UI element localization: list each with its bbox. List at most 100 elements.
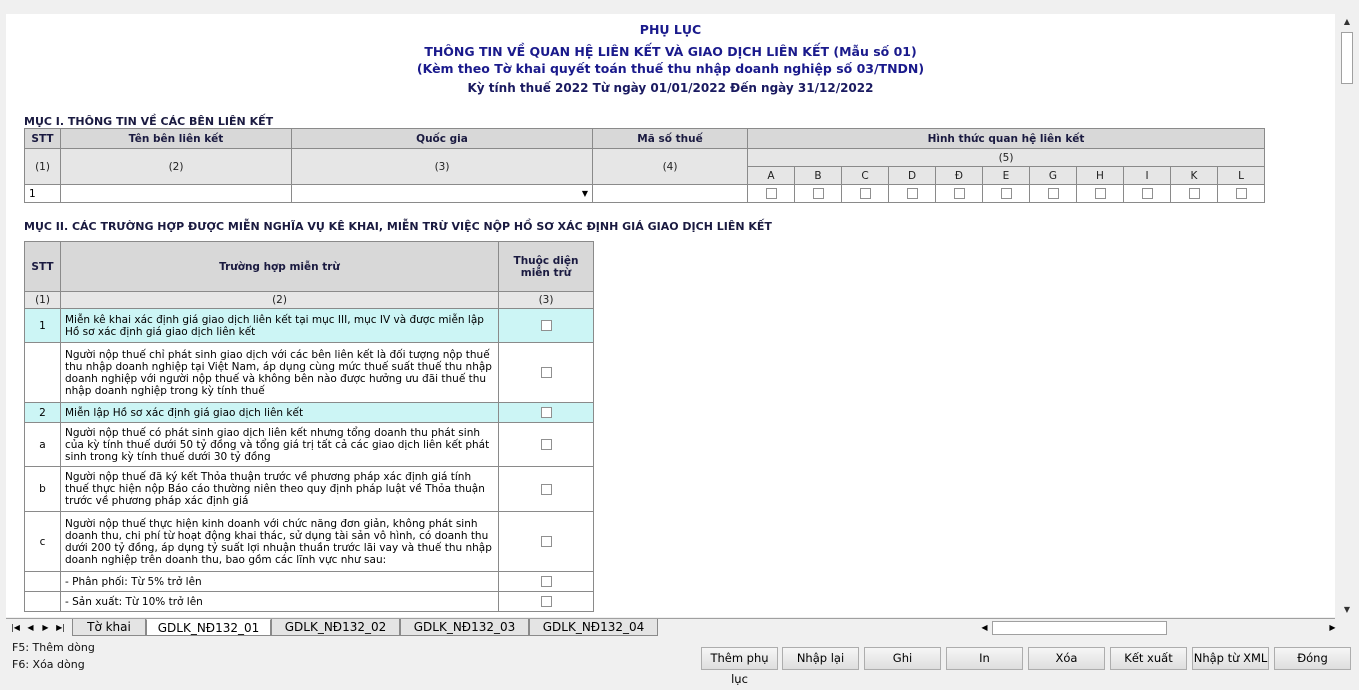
exempt-checkbox[interactable] bbox=[540, 320, 552, 331]
num-exempt: (3) bbox=[498, 291, 594, 309]
row-stt bbox=[24, 591, 61, 612]
vertical-scrollbar[interactable]: ▲ ▼ bbox=[1339, 14, 1355, 618]
delete-button[interactable]: Xóa bbox=[1028, 647, 1105, 670]
header-case: Trường hợp miễn trừ bbox=[60, 241, 499, 292]
header-country: Quốc gia bbox=[291, 128, 593, 149]
num-taxcode: (4) bbox=[592, 148, 748, 185]
letter-e: E bbox=[982, 166, 1030, 185]
exempt-checkbox[interactable] bbox=[540, 407, 552, 418]
num-stt: (1) bbox=[24, 148, 61, 185]
row-text: Người nộp thuế chỉ phát sinh giao dịch v… bbox=[60, 342, 499, 403]
exempt-checkbox[interactable] bbox=[540, 576, 552, 587]
appendix-title: PHỤ LỤC bbox=[639, 22, 702, 37]
header-name: Tên bên liên kết bbox=[60, 128, 292, 149]
prev-sheet-icon[interactable]: ◀ bbox=[24, 621, 37, 634]
header-taxcode: Mã số thuế bbox=[592, 128, 748, 149]
row-stt bbox=[24, 571, 61, 592]
scroll-up-icon[interactable]: ▲ bbox=[1339, 14, 1355, 30]
checkbox-b[interactable] bbox=[812, 188, 824, 199]
import-xml-button[interactable]: Nhập từ XML bbox=[1192, 647, 1269, 670]
next-sheet-icon[interactable]: ▶ bbox=[39, 621, 52, 634]
first-sheet-icon[interactable]: |◀ bbox=[9, 621, 22, 634]
checkbox-l[interactable] bbox=[1235, 188, 1247, 199]
row-text: - Sản xuất: Từ 10% trở lên bbox=[60, 591, 499, 612]
tab-gdlk-04[interactable]: GDLK_NĐ132_04 bbox=[529, 619, 658, 636]
checkbox-a[interactable] bbox=[765, 188, 777, 199]
tab-to-khai[interactable]: Tờ khai bbox=[72, 619, 146, 636]
checkbox-i[interactable] bbox=[1141, 188, 1153, 199]
row-stt: 1 bbox=[24, 308, 61, 343]
num-name: (2) bbox=[60, 148, 292, 185]
scroll-down-icon[interactable]: ▼ bbox=[1339, 602, 1355, 618]
print-button[interactable]: In bbox=[946, 647, 1023, 670]
exempt-checkbox[interactable] bbox=[540, 483, 552, 495]
tab-gdlk-03[interactable]: GDLK_NĐ132_03 bbox=[400, 619, 529, 636]
hscroll-thumb[interactable] bbox=[992, 621, 1167, 635]
scroll-left-icon[interactable]: ◀ bbox=[978, 621, 991, 634]
letter-k: K bbox=[1170, 166, 1218, 185]
letter-h: H bbox=[1076, 166, 1124, 185]
letter-l: L bbox=[1217, 166, 1265, 185]
letter-i: I bbox=[1123, 166, 1171, 185]
row-stt: b bbox=[24, 466, 61, 512]
checkbox-k[interactable] bbox=[1188, 188, 1200, 199]
sheet-tab-bar: |◀ ◀ ▶ ▶| Tờ khai GDLK_NĐ132_01 GDLK_NĐ1… bbox=[6, 618, 1336, 637]
exempt-checkbox[interactable] bbox=[540, 536, 552, 547]
row-text: Miễn lập Hồ sơ xác định giá giao dịch li… bbox=[60, 402, 499, 423]
letter-a: A bbox=[747, 166, 795, 185]
add-appendix-button[interactable]: Thêm phụ lục bbox=[701, 647, 778, 686]
checkbox-c[interactable] bbox=[859, 188, 871, 199]
close-button[interactable]: Đóng bbox=[1274, 647, 1351, 670]
num-stt: (1) bbox=[24, 291, 61, 309]
header-relation: Hình thức quan hệ liên kết bbox=[747, 128, 1265, 149]
form-subtitle: (Kèm theo Tờ khai quyết toán thuế thu nh… bbox=[416, 61, 925, 76]
letter-dd: Đ bbox=[935, 166, 983, 185]
exempt-checkbox[interactable] bbox=[540, 367, 552, 378]
scroll-right-icon[interactable]: ▶ bbox=[1326, 621, 1339, 634]
reenter-button[interactable]: Nhập lại bbox=[782, 647, 859, 670]
section1-title: MỤC I. THÔNG TIN VỀ CÁC BÊN LIÊN KẾT bbox=[24, 115, 274, 128]
tab-gdlk-02[interactable]: GDLK_NĐ132_02 bbox=[271, 619, 400, 636]
hint-add-row: F5: Thêm dòng bbox=[12, 641, 95, 654]
party-name-input[interactable] bbox=[60, 184, 292, 203]
dropdown-arrow-icon[interactable]: ▼ bbox=[582, 186, 588, 202]
exempt-checkbox[interactable] bbox=[540, 596, 552, 607]
horizontal-scrollbar[interactable]: ◀ ▶ bbox=[978, 621, 1342, 635]
tab-gdlk-01[interactable]: GDLK_NĐ132_01 bbox=[146, 619, 271, 636]
row-text: - Phân phối: Từ 5% trở lên bbox=[60, 571, 499, 592]
save-button[interactable]: Ghi bbox=[864, 647, 941, 670]
checkbox-g[interactable] bbox=[1047, 188, 1059, 199]
num-case: (2) bbox=[60, 291, 499, 309]
letter-g: G bbox=[1029, 166, 1077, 185]
row-stt: c bbox=[24, 511, 61, 572]
taxcode-input[interactable] bbox=[592, 184, 748, 203]
checkbox-d[interactable] bbox=[906, 188, 918, 199]
checkbox-h[interactable] bbox=[1094, 188, 1106, 199]
row-stt: 2 bbox=[24, 402, 61, 423]
checkbox-dd[interactable] bbox=[953, 188, 965, 199]
letter-b: B bbox=[794, 166, 842, 185]
tax-period: Kỳ tính thuế 2022 Từ ngày 01/01/2022 Đến… bbox=[467, 81, 874, 95]
header-exempt: Thuộc diện miễn trừ bbox=[498, 241, 594, 292]
row-text: Miễn kê khai xác định giá giao dịch liên… bbox=[60, 308, 499, 343]
row-stt: 1 bbox=[24, 184, 61, 203]
related-parties-table: STT Tên bên liên kết Quốc gia Mã số thuế… bbox=[24, 128, 1265, 203]
row-text: Người nộp thuế đã ký kết Thỏa thuận trướ… bbox=[60, 466, 499, 512]
num-country: (3) bbox=[291, 148, 593, 185]
country-select[interactable]: ▼ bbox=[291, 184, 593, 203]
row-text: Người nộp thuế thực hiện kinh doanh với … bbox=[60, 511, 499, 572]
exempt-checkbox[interactable] bbox=[540, 439, 552, 450]
row-text: Người nộp thuế có phát sinh giao dịch li… bbox=[60, 422, 499, 467]
header-stt: STT bbox=[24, 128, 61, 149]
hint-delete-row: F6: Xóa dòng bbox=[12, 658, 85, 671]
export-button[interactable]: Kết xuất bbox=[1110, 647, 1187, 670]
form-sheet: PHỤ LỤC THÔNG TIN VỀ QUAN HỆ LIÊN KẾT VÀ… bbox=[6, 14, 1335, 617]
letter-d: D bbox=[888, 166, 936, 185]
section2-title: MỤC II. CÁC TRƯỜNG HỢP ĐƯỢC MIỄN NGHĨA V… bbox=[24, 220, 772, 233]
last-sheet-icon[interactable]: ▶| bbox=[54, 621, 67, 634]
letter-c: C bbox=[841, 166, 889, 185]
row-stt: a bbox=[24, 422, 61, 467]
scroll-thumb[interactable] bbox=[1341, 32, 1353, 84]
checkbox-e[interactable] bbox=[1000, 188, 1012, 199]
header-stt: STT bbox=[24, 241, 61, 292]
